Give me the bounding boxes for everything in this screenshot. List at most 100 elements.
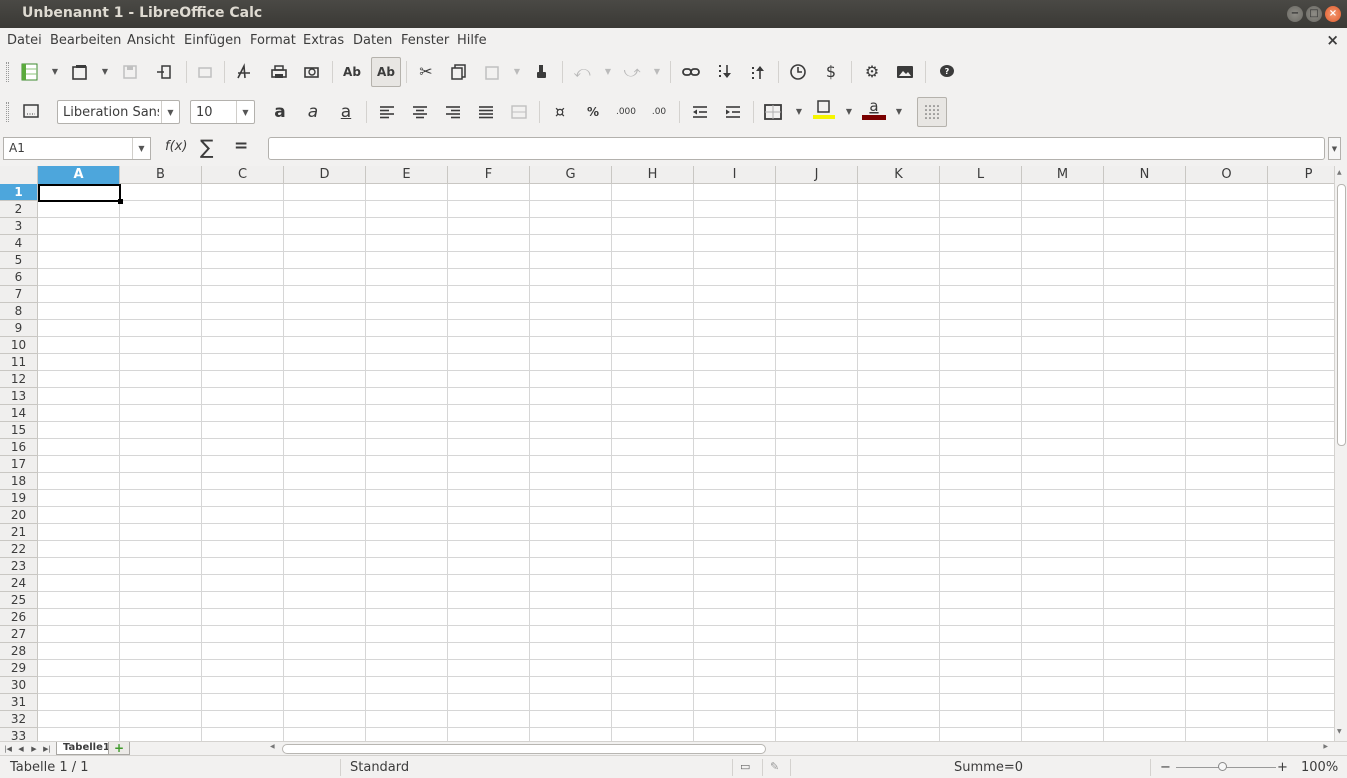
zoom-in-button[interactable]: + [1277, 760, 1288, 775]
decrease-indent-icon[interactable] [688, 100, 712, 124]
cut-icon[interactable]: ✂ [414, 60, 438, 84]
menu-einfuegen[interactable]: Einfügen [184, 33, 241, 48]
scroll-left-icon[interactable]: ◀ [270, 743, 275, 750]
add-decimal-icon[interactable]: .000 [614, 100, 638, 124]
row-header[interactable]: 17 [0, 456, 37, 473]
column-header[interactable]: C [202, 166, 284, 184]
function-wizard-button[interactable]: f(x) [165, 139, 187, 154]
row-header[interactable]: 15 [0, 422, 37, 439]
chevron-down-icon[interactable]: ▼ [512, 60, 522, 84]
currency-icon[interactable]: $ [819, 60, 843, 84]
font-size-value[interactable]: 10 [196, 105, 213, 120]
track-changes-icon[interactable] [786, 60, 810, 84]
chevron-down-icon[interactable]: ▼ [844, 100, 854, 124]
column-header[interactable]: F [448, 166, 530, 184]
scroll-down-icon[interactable]: ▼ [1337, 728, 1342, 735]
align-left-icon[interactable] [375, 100, 399, 124]
email-icon[interactable] [193, 60, 217, 84]
row-header[interactable]: 20 [0, 507, 37, 524]
sort-ascending-icon[interactable] [713, 60, 737, 84]
print-icon[interactable] [267, 60, 291, 84]
currency-format-icon[interactable]: ¤ [548, 100, 572, 124]
close-document-button[interactable]: × [1326, 31, 1339, 49]
row-header[interactable]: 13 [0, 388, 37, 405]
column-header[interactable]: N [1104, 166, 1186, 184]
name-box[interactable]: A1 ▼ [3, 137, 151, 160]
spellcheck-icon[interactable]: Ab [340, 60, 364, 84]
toolbar-grip[interactable] [6, 102, 9, 122]
background-color-icon[interactable] [812, 98, 836, 122]
active-cell-cursor[interactable] [38, 184, 123, 204]
column-header[interactable]: I [694, 166, 776, 184]
row-header[interactable]: 3 [0, 218, 37, 235]
row-header[interactable]: 16 [0, 439, 37, 456]
font-size-combo[interactable]: 10 ▼ [190, 100, 255, 124]
column-header[interactable]: E [366, 166, 448, 184]
column-header[interactable]: A [38, 166, 120, 184]
redo-icon[interactable]: ⤻ [620, 60, 644, 84]
column-header[interactable]: J [776, 166, 858, 184]
bold-button[interactable]: a [268, 100, 292, 124]
row-header[interactable]: 1 [0, 184, 37, 201]
column-header[interactable]: L [940, 166, 1022, 184]
underline-button[interactable]: a [334, 100, 358, 124]
cell-area[interactable] [38, 184, 1334, 741]
previous-sheet-icon[interactable]: ◀ [15, 743, 27, 754]
row-header[interactable]: 26 [0, 609, 37, 626]
column-header[interactable]: O [1186, 166, 1268, 184]
vertical-scrollbar[interactable]: ▲ ▼ [1334, 166, 1347, 741]
row-header[interactable]: 19 [0, 490, 37, 507]
first-sheet-icon[interactable]: |◀ [2, 743, 14, 754]
scroll-right-icon[interactable]: ▶ [1323, 743, 1328, 750]
chevron-down-icon[interactable]: ▼ [652, 60, 662, 84]
align-right-icon[interactable] [441, 100, 465, 124]
column-header[interactable]: M [1022, 166, 1104, 184]
zoom-percent[interactable]: 100% [1301, 760, 1338, 775]
chevron-down-icon[interactable]: ▼ [161, 101, 179, 123]
row-header[interactable]: 24 [0, 575, 37, 592]
sort-descending-icon[interactable] [746, 60, 770, 84]
column-header[interactable]: B [120, 166, 202, 184]
sidebar-toggle-icon[interactable] [19, 99, 43, 123]
italic-button[interactable]: a [301, 100, 325, 124]
chevron-down-icon[interactable]: ▼ [603, 60, 613, 84]
gridlines-toggle-icon[interactable] [917, 97, 947, 127]
next-sheet-icon[interactable]: ▶ [28, 743, 40, 754]
menu-hilfe[interactable]: Hilfe [457, 33, 487, 48]
hyperlink-icon[interactable] [679, 60, 703, 84]
column-header[interactable]: H [612, 166, 694, 184]
export-icon[interactable] [152, 60, 176, 84]
font-color-icon[interactable]: a [862, 98, 886, 122]
chevron-down-icon[interactable]: ▼ [794, 100, 804, 124]
new-spreadsheet-icon[interactable] [18, 60, 42, 84]
chevron-down-icon[interactable]: ▼ [236, 101, 254, 123]
delete-decimal-icon[interactable]: .00 [647, 100, 671, 124]
merge-cells-icon[interactable] [507, 100, 531, 124]
formula-input[interactable] [268, 137, 1325, 160]
help-icon[interactable]: ? [935, 60, 959, 84]
zoom-slider-knob[interactable] [1218, 762, 1227, 771]
column-header[interactable]: D [284, 166, 366, 184]
vertical-scroll-thumb[interactable] [1337, 184, 1346, 446]
percent-button[interactable]: % [581, 100, 605, 124]
row-header[interactable]: 5 [0, 252, 37, 269]
open-folder-icon[interactable] [68, 60, 92, 84]
menu-fenster[interactable]: Fenster [401, 33, 449, 48]
row-header[interactable]: 31 [0, 694, 37, 711]
justify-icon[interactable] [474, 100, 498, 124]
row-header[interactable]: 33 [0, 728, 37, 741]
copy-icon[interactable] [447, 60, 471, 84]
row-header[interactable]: 21 [0, 524, 37, 541]
row-header[interactable]: 23 [0, 558, 37, 575]
font-name-value[interactable]: Liberation Sans [63, 105, 159, 120]
menu-ansicht[interactable]: Ansicht [127, 33, 175, 48]
font-name-combo[interactable]: Liberation Sans ▼ [57, 100, 180, 124]
save-icon[interactable] [118, 60, 142, 84]
page-style[interactable]: Standard [350, 760, 409, 775]
row-header[interactable]: 32 [0, 711, 37, 728]
undo-icon[interactable]: ⤺ [570, 60, 594, 84]
close-window-button[interactable]: × [1325, 6, 1341, 22]
last-sheet-icon[interactable]: ▶| [41, 743, 53, 754]
menu-datei[interactable]: Datei [7, 33, 42, 48]
row-header[interactable]: 6 [0, 269, 37, 286]
